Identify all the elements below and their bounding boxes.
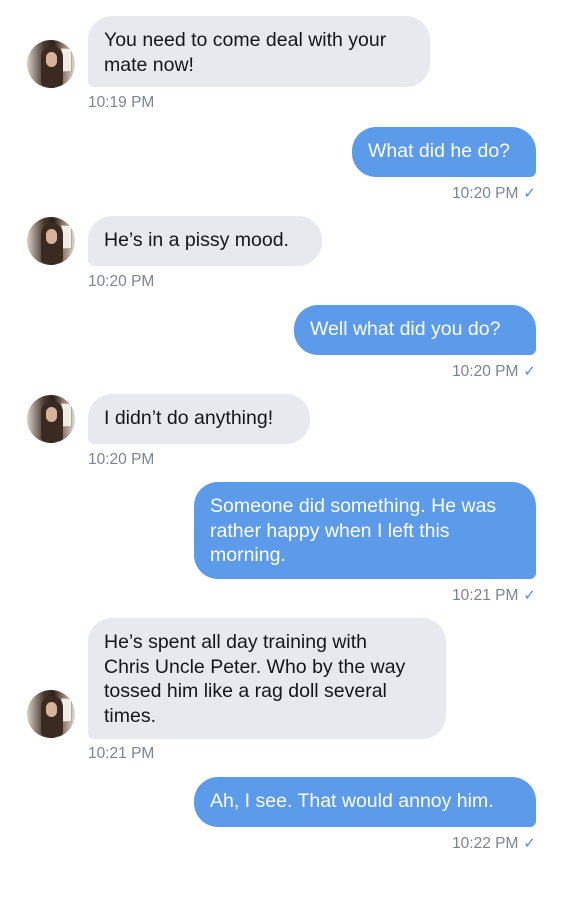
message-timestamp: 10:20 PM [452,363,519,380]
message-bubble-outgoing[interactable]: Ah, I see. That would annoy him. [194,777,536,827]
message-timestamp: 10:20 PM [88,451,155,468]
message-timestamp: 10:22 PM [452,835,519,852]
message-timestamp-row: 10:22 PM ✓ [452,834,536,853]
message-bubble-incoming[interactable]: He’s spent all day training with Chris U… [88,618,446,739]
message-bubble-incoming[interactable]: He’s in a pissy mood. [88,216,322,266]
message-timestamp-row: 10:20 PM ✓ [452,184,536,203]
checkmark-icon: ✓ [523,185,536,202]
message-bubble-outgoing[interactable]: What did he do? [352,127,536,177]
avatar-face [46,702,57,717]
avatar[interactable] [27,40,75,88]
checkmark-icon: ✓ [523,587,536,604]
message-bubble-outgoing[interactable]: Well what did you do? [294,305,536,355]
message-timestamp-row: 10:20 PM ✓ [452,362,536,381]
avatar[interactable] [27,217,75,265]
avatar[interactable] [27,395,75,443]
avatar[interactable] [27,690,75,738]
message-timestamp: 10:19 PM [88,94,155,111]
checkmark-icon: ✓ [523,835,536,852]
checkmark-icon: ✓ [523,363,536,380]
message-timestamp: 10:20 PM [452,185,519,202]
avatar-face [46,407,57,422]
message-timestamp-row: 10:21 PM ✓ [452,586,536,605]
message-bubble-incoming[interactable]: You need to come deal with your mate now… [88,16,430,87]
avatar-face [46,229,57,244]
avatar-face [46,52,57,67]
message-timestamp: 10:21 PM [88,745,155,762]
message-timestamp: 10:21 PM [452,587,519,604]
message-timestamp: 10:20 PM [88,273,155,290]
message-bubble-outgoing[interactable]: Someone did something. He was rather hap… [194,482,536,579]
message-bubble-incoming[interactable]: I didn’t do anything! [88,394,310,444]
